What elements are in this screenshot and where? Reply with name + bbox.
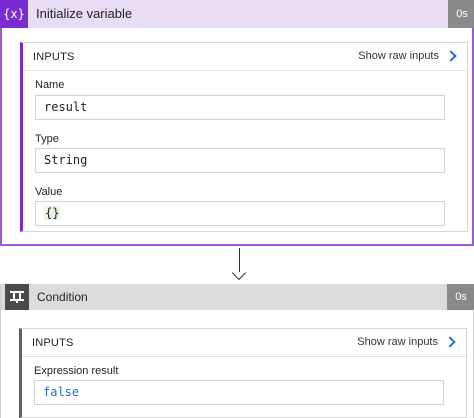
type-field: String	[35, 148, 445, 173]
chevron-right-icon	[445, 50, 457, 62]
expression-result-label: Expression result	[34, 365, 119, 377]
inputs-section: INPUTS Show raw inputs Name result Type …	[20, 42, 468, 232]
chevron-right-icon	[444, 336, 456, 348]
duration-badge: 0s	[448, 0, 474, 28]
inputs-header: INPUTS Show raw inputs	[22, 329, 466, 357]
show-raw-inputs-link[interactable]: Show raw inputs	[358, 50, 457, 62]
show-raw-inputs-label: Show raw inputs	[358, 50, 439, 62]
inputs-header: INPUTS Show raw inputs	[23, 43, 467, 71]
name-field: result	[35, 95, 445, 120]
show-raw-inputs-label: Show raw inputs	[357, 336, 438, 348]
initialize-variable-card: {x} Initialize variable 0s INPUTS Show r…	[0, 0, 474, 246]
arrow-down-icon	[231, 265, 247, 281]
condition-card: Condition 0s INPUTS Show raw inputs Expr…	[0, 284, 474, 418]
condition-icon	[5, 284, 29, 310]
name-label: Name	[35, 79, 65, 91]
variable-icon: {x}	[0, 0, 28, 28]
condition-inputs-section: INPUTS Show raw inputs Expression result…	[19, 328, 467, 418]
value-text: {}	[44, 206, 61, 220]
condition-title: Condition	[37, 290, 88, 304]
inputs-title: INPUTS	[33, 51, 75, 63]
condition-header[interactable]: Condition 0s	[1, 284, 474, 310]
value-label: Value	[35, 186, 63, 198]
inputs-title: INPUTS	[32, 337, 74, 349]
logic-app-run-canvas: {x} Initialize variable 0s INPUTS Show r…	[0, 0, 474, 418]
initialize-variable-header[interactable]: {x} Initialize variable 0s	[0, 0, 474, 28]
type-label: Type	[35, 133, 59, 145]
show-raw-inputs-link[interactable]: Show raw inputs	[357, 336, 456, 348]
expression-result-field: false	[34, 380, 444, 405]
initialize-variable-title: Initialize variable	[36, 6, 133, 21]
value-field: {}	[35, 201, 445, 226]
duration-badge: 0s	[447, 284, 474, 310]
